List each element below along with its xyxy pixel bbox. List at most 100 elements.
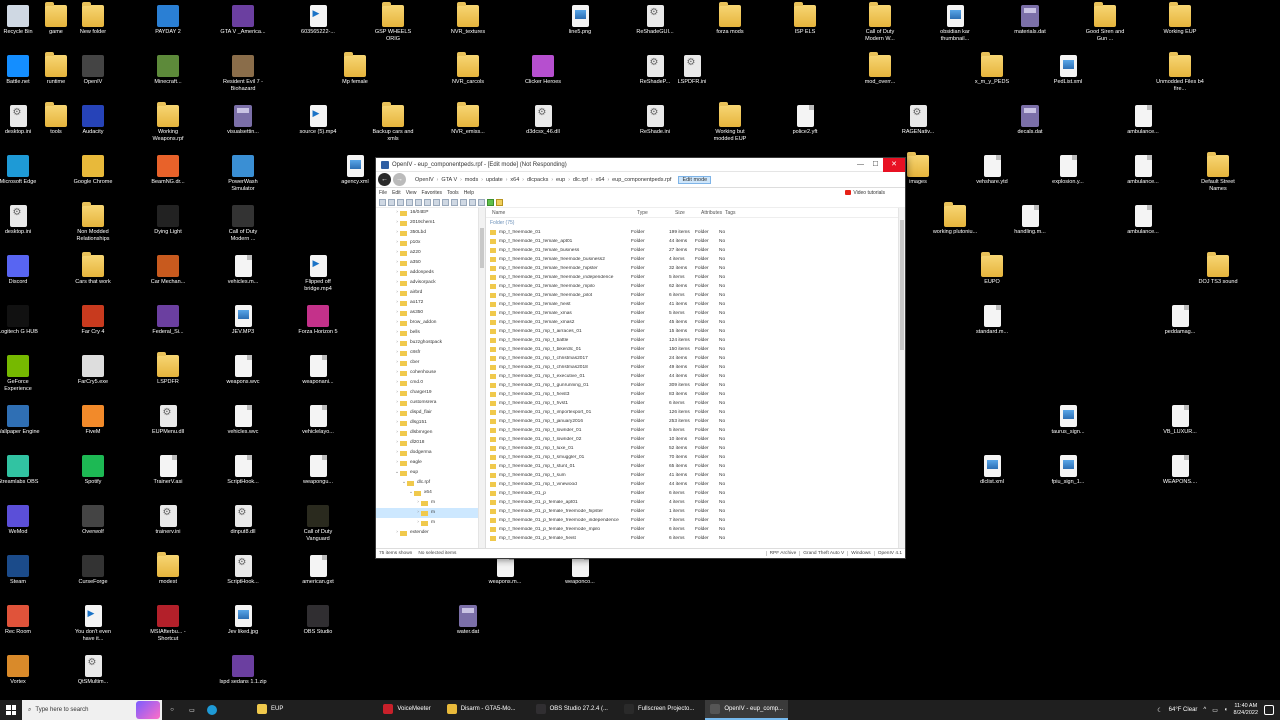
rebuild-icon[interactable] — [469, 198, 476, 206]
desktop-icon[interactable]: Cars that work — [69, 252, 117, 286]
table-row[interactable]: mp_f_freemode_01_female_xmas2 Folder 45 it… — [486, 318, 905, 327]
column-name[interactable]: Name — [486, 210, 631, 216]
desktop-icon[interactable]: weapons.wvc — [219, 355, 267, 386]
tree-item[interactable]: › cber — [376, 358, 485, 368]
tree-item[interactable]: ⌄ dlc.rpf — [376, 478, 485, 488]
desktop-icon[interactable]: vehiclelayo... — [294, 405, 342, 436]
desktop-icon[interactable]: WeMod — [0, 505, 42, 536]
menu-item[interactable]: View — [406, 190, 417, 196]
new-icon[interactable] — [379, 198, 386, 206]
table-row[interactable]: mp_f_freemode_01 Folder 199 items Folder No — [486, 228, 905, 237]
tree-item[interactable]: › dodgerma — [376, 448, 485, 458]
import-icon[interactable] — [442, 198, 449, 206]
tree-item[interactable]: › ao172 — [376, 298, 485, 308]
desktop-icon[interactable]: water.dat — [444, 605, 492, 636]
volume-icon[interactable]: ◖ — [1224, 707, 1228, 713]
desktop-icon[interactable]: decals.dat — [1006, 105, 1054, 136]
menu-item[interactable]: Favorites — [421, 190, 442, 196]
desktop-icon[interactable]: ambulance... — [1119, 205, 1167, 236]
desktop-icon[interactable]: ReShade.ini — [631, 105, 679, 136]
desktop-icon[interactable]: Far Cry 4 — [69, 305, 117, 336]
tree-item[interactable]: › airbrd — [376, 288, 485, 298]
desktop-icon[interactable]: VB_LUXUR... — [1156, 405, 1204, 436]
tree-item[interactable]: › buzzghostpack — [376, 338, 485, 348]
table-row[interactable]: mp_f_freemode_01_mp_f_executive_01 Folder… — [486, 372, 905, 381]
table-row[interactable]: mp_f_freemode_01_mp_f_stunt_01 Folder 65 i… — [486, 462, 905, 471]
breadcrumb-item[interactable]: eup_componentpeds.rpf — [609, 177, 674, 183]
desktop-icon[interactable]: Good Siren and Gun ... — [1081, 2, 1129, 43]
desktop-icon[interactable]: dinput8.dll — [219, 505, 267, 536]
minimize-button[interactable]: — — [853, 158, 868, 172]
tree-item[interactable]: › dlsg151 — [376, 418, 485, 428]
table-row[interactable]: mp_f_freemode_01_mp_f_lowrider_01 Folder 5… — [486, 426, 905, 435]
menu-item[interactable]: Edit — [392, 190, 401, 196]
tree-item[interactable]: › 16/04EP — [376, 208, 485, 218]
desktop-icon[interactable]: Microsoft Edge — [0, 155, 42, 186]
tree-item[interactable]: › advisorpack — [376, 278, 485, 288]
desktop-icon[interactable]: handling.m... — [1006, 205, 1054, 236]
desktop-icon[interactable]: taurus_sign... — [1044, 405, 1092, 436]
desktop-icon[interactable]: Rec Room — [0, 605, 42, 636]
table-row[interactable]: mp_f_freemode_01_female_freemode_hipster… — [486, 264, 905, 273]
clock[interactable]: 11:40 AM 8/24/2022 — [1234, 703, 1258, 717]
back-arrow-icon[interactable]: ← — [378, 173, 391, 186]
desktop-icon[interactable]: materials.dat — [1006, 5, 1054, 36]
table-row[interactable]: mp_f_freemode_01_female_heist Folder 41 it… — [486, 300, 905, 309]
breadcrumb-item[interactable]: x64 — [507, 177, 522, 183]
desktop-icon[interactable]: TrainerV.asi — [144, 455, 192, 486]
desktop-icon[interactable]: ScriptHook... — [219, 555, 267, 586]
edge-taskbar-icon[interactable] — [202, 700, 222, 720]
tree-item[interactable]: › m — [376, 508, 485, 518]
tree-item[interactable]: › dlsbmrgen — [376, 428, 485, 438]
desktop-icon[interactable]: x_m_y_PEDS — [968, 52, 1016, 86]
desktop-icon[interactable]: PedList.xml — [1044, 55, 1092, 86]
desktop-icon[interactable]: vehicles.m... — [219, 255, 267, 286]
tree-item[interactable]: › addonpeds — [376, 268, 485, 278]
desktop-icon[interactable]: Flipped off bridge.mp4 — [294, 255, 342, 293]
desktop-icon[interactable]: You don't even have it... — [69, 605, 117, 643]
taskbar-app[interactable]: OpenIV - eup_comp... — [705, 700, 789, 720]
desktop-icon[interactable]: trainerv.ini — [144, 505, 192, 536]
breadcrumb-item[interactable]: eup — [553, 177, 568, 183]
desktop-icon[interactable]: RAGENativ... — [894, 105, 942, 136]
tree-item[interactable]: ⌄ x64 — [376, 488, 485, 498]
taskbar-app[interactable]: VoiceMeeter — [378, 700, 435, 720]
table-row[interactable]: mp_f_freemode_01_female_freemode_pilot Fo… — [486, 291, 905, 300]
desktop-icon[interactable]: LSPDFR.ini — [668, 55, 716, 86]
desktop-icon[interactable]: explosion.y... — [1044, 155, 1092, 186]
desktop-icon[interactable]: Steam — [0, 555, 42, 586]
tree-item[interactable]: › m — [376, 518, 485, 528]
table-row[interactable]: mp_f_freemode_01_mp_f_airraces_01 Folder 1… — [486, 327, 905, 336]
desktop-icon[interactable]: desktop.ini — [0, 205, 42, 236]
desktop-icon[interactable]: EUPMenu.dll — [144, 405, 192, 436]
table-row[interactable]: mp_f_freemode_01_mp_f_christmas2018 Folde… — [486, 363, 905, 372]
list-scrollbar[interactable] — [898, 208, 905, 548]
tree-item[interactable]: › p10x — [376, 238, 485, 248]
desktop-icon[interactable]: FarCry5.exe — [69, 355, 117, 386]
breadcrumb-item[interactable]: dlcpacks — [524, 177, 551, 183]
desktop-icon[interactable]: standard.m... — [968, 305, 1016, 336]
table-row[interactable]: mp_f_freemode_01_female_freemode_busines… — [486, 255, 905, 264]
column-size[interactable]: Size — [669, 210, 695, 216]
tree-scrollbar[interactable] — [478, 208, 485, 548]
table-row[interactable]: mp_f_freemode_01_mp_f_battle Folder 124 it… — [486, 336, 905, 345]
cut-icon[interactable] — [415, 198, 422, 206]
desktop-icon[interactable]: Non Modded Relationships — [69, 202, 117, 243]
taskbar-app[interactable]: Disarm - GTA5-Mo... — [442, 700, 521, 720]
table-row[interactable]: mp_f_freemode_01_p_female_freemode_hipst… — [486, 507, 905, 516]
desktop-icon[interactable]: weaponani... — [294, 355, 342, 386]
taskbar-app[interactable]: Fullscreen Projecto... — [619, 700, 699, 720]
table-row[interactable]: mp_f_freemode_01_p_female_apt01 Folder 4 i… — [486, 498, 905, 507]
desktop-icon[interactable]: obsidian kar thumbnail... — [931, 5, 979, 43]
table-row[interactable]: mp_f_freemode_01_p Folder 6 items Folder No — [486, 489, 905, 498]
table-row[interactable]: mp_f_freemode_01_female_xmas Folder 5 item… — [486, 309, 905, 318]
desktop-icon[interactable]: Call of Duty Vanguard — [294, 505, 342, 543]
notification-icon[interactable] — [1264, 705, 1274, 715]
new-folder-icon[interactable] — [496, 198, 503, 206]
desktop-icon[interactable]: vehshare.ytd — [968, 155, 1016, 186]
tree-item[interactable]: › c8sfr — [376, 348, 485, 358]
taskbar-app[interactable]: EUP — [252, 700, 288, 720]
desktop-icon[interactable]: NVR_emiss... — [444, 102, 492, 136]
desktop-icon[interactable]: american.gxt — [294, 555, 342, 586]
table-row[interactable]: mp_f_freemode_01_p_female_freemode_mpilo… — [486, 525, 905, 534]
